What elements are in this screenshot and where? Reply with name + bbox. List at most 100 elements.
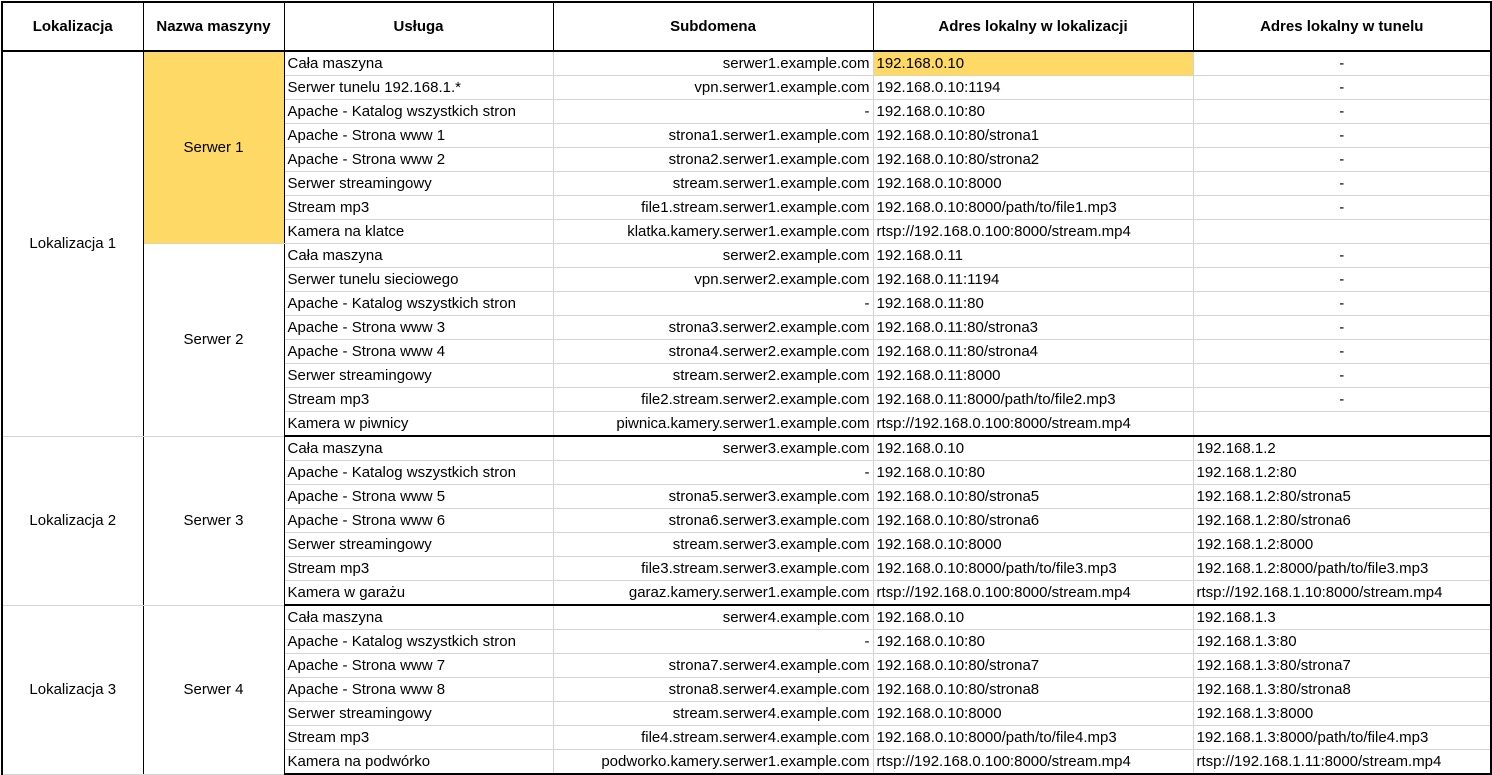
header-subdomain: Subdomena: [552, 1, 874, 52]
location-cell: Lokalizacja 3: [1, 604, 144, 775]
subdomain-cell: vpn.serwer2.example.com: [552, 267, 874, 292]
subdomain-cell: stream.serwer4.example.com: [552, 701, 874, 726]
tunnel-address-cell: 192.168.1.2:80: [1192, 460, 1492, 485]
service-cell: Serwer streamingowy: [283, 701, 554, 726]
subdomain-cell: strona4.serwer2.example.com: [552, 339, 874, 364]
service-cell: Stream mp3: [283, 725, 554, 750]
header-row: Lokalizacja Nazwa maszyny Usługa Subdome…: [1, 1, 1492, 52]
local-address-cell: 192.168.0.10:80: [872, 460, 1194, 485]
tunnel-address-cell: 192.168.1.3:8000/path/to/file4.mp3: [1192, 725, 1492, 750]
subdomain-cell: serwer2.example.com: [552, 243, 874, 268]
service-cell: Cała maszyna: [283, 604, 554, 630]
tunnel-address-cell: -: [1192, 315, 1492, 340]
subdomain-cell: serwer4.example.com: [552, 604, 874, 630]
local-address-cell: 192.168.0.11:8000/path/to/file2.mp3: [872, 387, 1194, 412]
tunnel-address-cell: -: [1192, 75, 1492, 100]
table-row: Serwer 2 Cała maszyna serwer2.example.com 1…: [2, 243, 1492, 437]
subdomain-cell: podworko.kamery.serwer1.example.com: [552, 749, 874, 775]
local-address-cell: 192.168.0.10:8000: [872, 171, 1194, 196]
local-address-cell: 192.168.0.11: [872, 243, 1194, 268]
local-address-cell: 192.168.0.10:8000: [872, 701, 1194, 726]
subdomain-cell: strona3.serwer2.example.com: [552, 315, 874, 340]
tunnel-address-cell: -: [1192, 291, 1492, 316]
local-address-cell: 192.168.0.10: [872, 435, 1194, 461]
tunnel-address-cell: 192.168.1.2: [1192, 435, 1492, 461]
tunnel-address-cell: -: [1192, 243, 1492, 268]
tunnel-address-cell: 192.168.1.3:80/strona8: [1192, 677, 1492, 702]
service-cell: Apache - Katalog wszystkich stron: [283, 629, 554, 654]
location-cell: Lokalizacja 2: [1, 435, 144, 606]
machine-name-cell: Serwer 3: [142, 435, 285, 606]
subdomain-cell: stream.serwer1.example.com: [552, 171, 874, 196]
machine-name-cell: Serwer 4: [142, 604, 285, 775]
table-row: Lokalizacja 1 Serwer 1 Cała maszyna serwer1…: [1, 50, 1492, 437]
service-cell: Apache - Katalog wszystkich stron: [283, 460, 554, 485]
tunnel-address-cell: rtsp://192.168.1.11:8000/stream.mp4: [1192, 749, 1492, 775]
local-address-cell: 192.168.0.10:80: [872, 99, 1194, 124]
tunnel-address-cell: 192.168.1.2:8000/path/to/file3.mp3: [1192, 556, 1492, 581]
service-cell: Stream mp3: [283, 556, 554, 581]
tunnel-address-cell: -: [1192, 50, 1492, 76]
service-cell: Apache - Strona www 4: [283, 339, 554, 364]
service-cell: Apache - Strona www 2: [283, 147, 554, 172]
subdomain-cell: serwer1.example.com: [552, 50, 874, 76]
header-machine-name: Nazwa maszyny: [142, 1, 285, 52]
local-address-cell: 192.168.0.10:1194: [872, 75, 1194, 100]
tunnel-address-cell: 192.168.1.3:80/strona7: [1192, 653, 1492, 678]
tunnel-address-cell: 192.168.1.3:80: [1192, 629, 1492, 654]
subdomain-cell: strona8.serwer4.example.com: [552, 677, 874, 702]
service-cell: Kamera na klatce: [283, 219, 554, 244]
header-service: Usługa: [283, 1, 554, 52]
subdomain-cell: garaz.kamery.serwer1.example.com: [552, 580, 874, 606]
tunnel-address-cell: -: [1192, 363, 1492, 388]
local-address-cell: 192.168.0.11:80/strona3: [872, 315, 1194, 340]
service-cell: Apache - Strona www 8: [283, 677, 554, 702]
machine-name-cell: Serwer 2: [142, 243, 285, 437]
local-address-cell: 192.168.0.10:80/strona7: [872, 653, 1194, 678]
table-header: Lokalizacja Nazwa maszyny Usługa Subdome…: [1, 1, 1492, 52]
local-address-cell: 192.168.0.10: [872, 604, 1194, 630]
subdomain-cell: file2.stream.serwer2.example.com: [552, 387, 874, 412]
service-cell: Serwer tunelu 192.168.1.*: [283, 75, 554, 100]
tunnel-address-cell: -: [1192, 123, 1492, 148]
service-cell: Apache - Strona www 1: [283, 123, 554, 148]
tunnel-address-cell: -: [1192, 171, 1492, 196]
local-address-cell: 192.168.0.10:80/strona5: [872, 484, 1194, 509]
service-cell: Apache - Katalog wszystkich stron: [283, 99, 554, 124]
local-address-cell: 192.168.0.11:80/strona4: [872, 339, 1194, 364]
local-address-cell: rtsp://192.168.0.100:8000/stream.mp4: [872, 749, 1194, 775]
subdomain-cell: strona1.serwer1.example.com: [552, 123, 874, 148]
service-cell: Kamera w piwnicy: [283, 411, 554, 437]
local-address-cell: 192.168.0.10:80/strona8: [872, 677, 1194, 702]
service-cell: Serwer streamingowy: [283, 532, 554, 557]
service-cell: Stream mp3: [283, 195, 554, 220]
subdomain-cell: stream.serwer2.example.com: [552, 363, 874, 388]
header-local-address: Adres lokalny w lokalizacji: [872, 1, 1194, 52]
local-address-cell: 192.168.0.10:8000/path/to/file1.mp3: [872, 195, 1194, 220]
local-address-cell: 192.168.0.10:80: [872, 629, 1194, 654]
subdomain-cell: piwnica.kamery.serwer1.example.com: [552, 411, 874, 437]
subdomain-cell: vpn.serwer1.example.com: [552, 75, 874, 100]
service-cell: Cała maszyna: [283, 435, 554, 461]
subdomain-cell: -: [552, 291, 874, 316]
subdomain-cell: -: [552, 629, 874, 654]
local-address-cell: 192.168.0.11:1194: [872, 267, 1194, 292]
subdomain-cell: file3.stream.serwer3.example.com: [552, 556, 874, 581]
local-address-cell: 192.168.0.10:80/strona1: [872, 123, 1194, 148]
tunnel-address-cell: [1192, 411, 1492, 437]
service-cell: Kamera w garażu: [283, 580, 554, 606]
service-cell: Kamera na podwórko: [283, 749, 554, 775]
service-cell: Serwer streamingowy: [283, 171, 554, 196]
service-cell: Apache - Strona www 5: [283, 484, 554, 509]
table-body: Lokalizacja 1 Serwer 1 Cała maszyna serwer1…: [1, 50, 1492, 775]
local-address-cell: rtsp://192.168.0.100:8000/stream.mp4: [872, 411, 1194, 437]
tunnel-address-cell: -: [1192, 387, 1492, 412]
service-cell: Apache - Strona www 6: [283, 508, 554, 533]
tunnel-address-cell: 192.168.1.2:80/strona6: [1192, 508, 1492, 533]
tunnel-address-cell: 192.168.1.2:80/strona5: [1192, 484, 1492, 509]
local-address-cell: rtsp://192.168.0.100:8000/stream.mp4: [872, 219, 1194, 244]
service-cell: Serwer tunelu sieciowego: [283, 267, 554, 292]
network-services-table: Lokalizacja Nazwa maszyny Usługa Subdome…: [1, 1, 1492, 775]
tunnel-address-cell: rtsp://192.168.1.10:8000/stream.mp4: [1192, 580, 1492, 606]
tunnel-address-cell: -: [1192, 339, 1492, 364]
